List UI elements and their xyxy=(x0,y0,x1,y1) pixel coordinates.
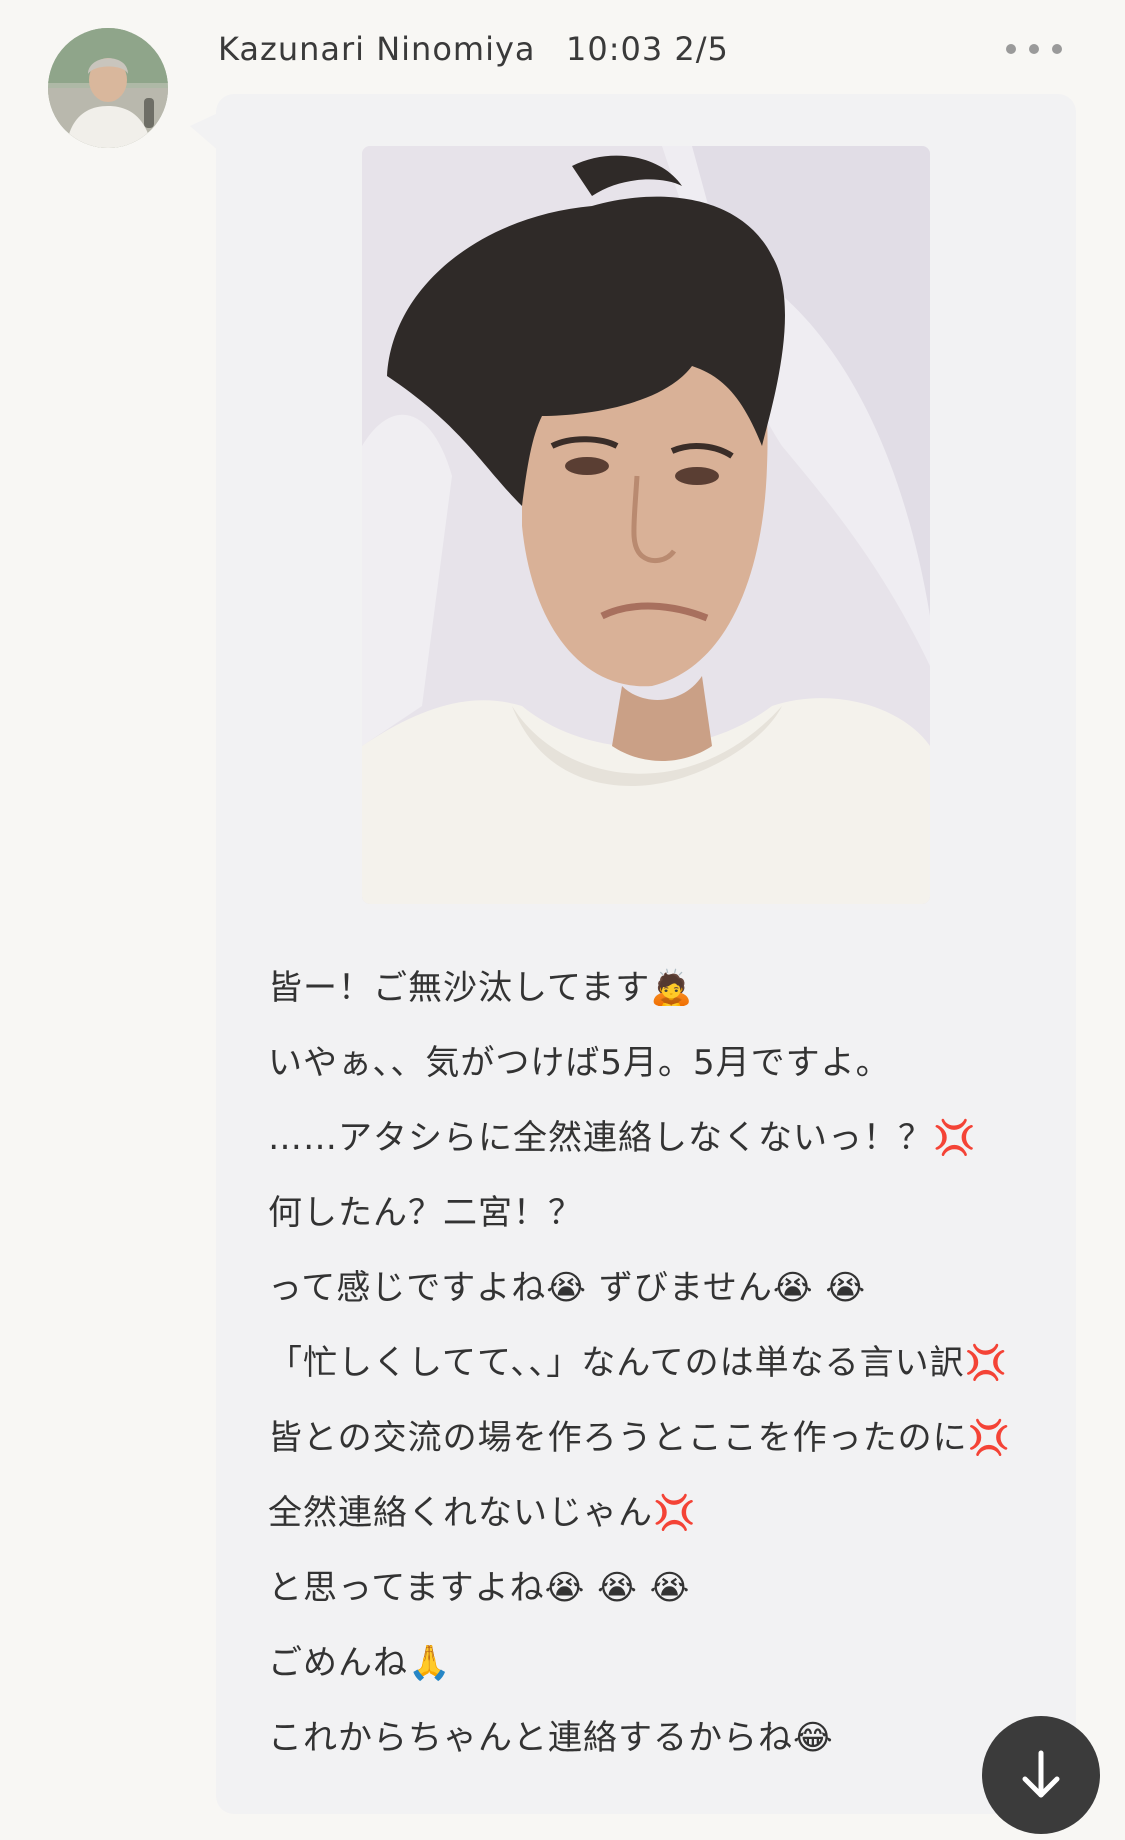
message-line: 「忙しくしてて、、」なんてのは単なる言い訳💢 xyxy=(268,1343,1008,1383)
message-line: 皆との交流の場を作ろうとここを作ったのに💢 xyxy=(268,1418,1011,1458)
message-line: って感じですよね😭 ずびません😭 😭 xyxy=(268,1268,867,1308)
message-line: ごめんね🙏 xyxy=(268,1643,452,1683)
avatar-image xyxy=(48,28,168,148)
message-line: 全然連絡くれないじゃん💢 xyxy=(268,1493,697,1533)
message-line: ……アタシらに全然連絡しなくないっ！？💢 xyxy=(268,1118,977,1158)
more-options-button[interactable] xyxy=(1006,34,1062,64)
chat-screen: Kazunari Ninomiya 10:03 2/5 皆ー！ご無沙汰してます🙇… xyxy=(0,0,1125,1840)
message-line: これからちゃんと連絡するからね😂 xyxy=(268,1718,834,1758)
avatar[interactable] xyxy=(48,28,168,148)
more-horizontal-icon xyxy=(1006,44,1016,54)
post-photo[interactable] xyxy=(362,146,930,904)
post-timestamp: 10:03 2/5 xyxy=(566,30,729,68)
message-line: いやぁ、、気がつけば5月。5月ですよ。 xyxy=(268,1043,891,1083)
message-line: 皆ー！ご無沙汰してます🙇 xyxy=(268,968,694,1008)
selfie-image xyxy=(362,146,930,904)
arrow-down-icon xyxy=(1022,1750,1060,1798)
more-horizontal-icon-dot xyxy=(1029,44,1039,54)
message-text: 皆ー！ご無沙汰してます🙇 いやぁ、、気がつけば5月。5月ですよ。 ……アタシらに… xyxy=(268,958,1058,1783)
author-name[interactable]: Kazunari Ninomiya xyxy=(218,30,536,68)
scroll-down-button[interactable] xyxy=(982,1716,1100,1834)
more-horizontal-icon-dot xyxy=(1052,44,1062,54)
message-line: 何したん？二宮！？ xyxy=(268,1193,583,1233)
message-line: と思ってますよね😭 😭 😭 xyxy=(268,1568,691,1608)
